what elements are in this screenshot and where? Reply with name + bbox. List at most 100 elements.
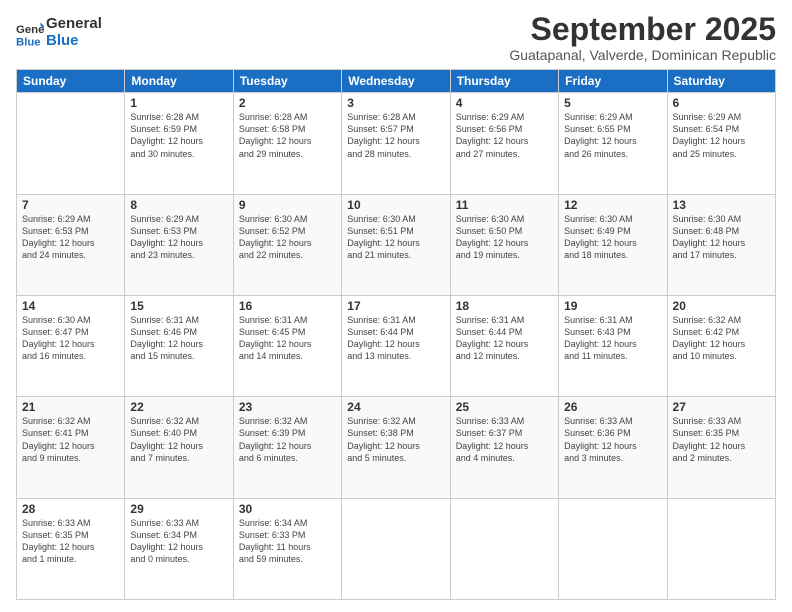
day-number: 24 [347, 400, 444, 414]
day-number: 28 [22, 502, 119, 516]
day-info: Sunrise: 6:30 AM Sunset: 6:51 PM Dayligh… [347, 213, 444, 262]
day-number: 9 [239, 198, 336, 212]
day-number: 20 [673, 299, 770, 313]
svg-text:General: General [16, 24, 44, 36]
day-info: Sunrise: 6:33 AM Sunset: 6:34 PM Dayligh… [130, 517, 227, 566]
day-number: 10 [347, 198, 444, 212]
day-info: Sunrise: 6:30 AM Sunset: 6:49 PM Dayligh… [564, 213, 661, 262]
calendar-cell: 7Sunrise: 6:29 AM Sunset: 6:53 PM Daylig… [17, 194, 125, 295]
page: General Blue General Blue September 2025… [0, 0, 792, 612]
day-number: 22 [130, 400, 227, 414]
calendar-cell: 16Sunrise: 6:31 AM Sunset: 6:45 PM Dayli… [233, 295, 341, 396]
day-number: 19 [564, 299, 661, 313]
calendar-cell: 5Sunrise: 6:29 AM Sunset: 6:55 PM Daylig… [559, 93, 667, 194]
logo-general: General [46, 16, 102, 33]
header: General Blue General Blue September 2025… [16, 12, 776, 63]
day-info: Sunrise: 6:33 AM Sunset: 6:37 PM Dayligh… [456, 415, 553, 464]
day-number: 5 [564, 96, 661, 110]
calendar-week-row: 1Sunrise: 6:28 AM Sunset: 6:59 PM Daylig… [17, 93, 776, 194]
col-header-monday: Monday [125, 70, 233, 93]
day-info: Sunrise: 6:31 AM Sunset: 6:46 PM Dayligh… [130, 314, 227, 363]
calendar-cell: 12Sunrise: 6:30 AM Sunset: 6:49 PM Dayli… [559, 194, 667, 295]
calendar-week-row: 28Sunrise: 6:33 AM Sunset: 6:35 PM Dayli… [17, 498, 776, 599]
calendar-cell: 6Sunrise: 6:29 AM Sunset: 6:54 PM Daylig… [667, 93, 775, 194]
day-info: Sunrise: 6:31 AM Sunset: 6:43 PM Dayligh… [564, 314, 661, 363]
calendar-cell: 22Sunrise: 6:32 AM Sunset: 6:40 PM Dayli… [125, 397, 233, 498]
day-number: 12 [564, 198, 661, 212]
day-info: Sunrise: 6:33 AM Sunset: 6:35 PM Dayligh… [673, 415, 770, 464]
calendar-cell: 25Sunrise: 6:33 AM Sunset: 6:37 PM Dayli… [450, 397, 558, 498]
day-info: Sunrise: 6:30 AM Sunset: 6:52 PM Dayligh… [239, 213, 336, 262]
calendar-cell: 23Sunrise: 6:32 AM Sunset: 6:39 PM Dayli… [233, 397, 341, 498]
day-number: 27 [673, 400, 770, 414]
location-subtitle: Guatapanal, Valverde, Dominican Republic [509, 47, 776, 63]
day-number: 30 [239, 502, 336, 516]
day-info: Sunrise: 6:32 AM Sunset: 6:38 PM Dayligh… [347, 415, 444, 464]
col-header-sunday: Sunday [17, 70, 125, 93]
day-info: Sunrise: 6:30 AM Sunset: 6:47 PM Dayligh… [22, 314, 119, 363]
day-info: Sunrise: 6:30 AM Sunset: 6:50 PM Dayligh… [456, 213, 553, 262]
day-info: Sunrise: 6:31 AM Sunset: 6:44 PM Dayligh… [456, 314, 553, 363]
col-header-saturday: Saturday [667, 70, 775, 93]
col-header-tuesday: Tuesday [233, 70, 341, 93]
day-info: Sunrise: 6:32 AM Sunset: 6:41 PM Dayligh… [22, 415, 119, 464]
month-title: September 2025 [509, 12, 776, 47]
day-info: Sunrise: 6:28 AM Sunset: 6:59 PM Dayligh… [130, 111, 227, 160]
calendar-cell: 9Sunrise: 6:30 AM Sunset: 6:52 PM Daylig… [233, 194, 341, 295]
col-header-thursday: Thursday [450, 70, 558, 93]
col-header-friday: Friday [559, 70, 667, 93]
calendar-cell: 17Sunrise: 6:31 AM Sunset: 6:44 PM Dayli… [342, 295, 450, 396]
calendar-cell [559, 498, 667, 599]
day-number: 17 [347, 299, 444, 313]
day-info: Sunrise: 6:29 AM Sunset: 6:55 PM Dayligh… [564, 111, 661, 160]
day-number: 7 [22, 198, 119, 212]
day-number: 25 [456, 400, 553, 414]
calendar-cell: 27Sunrise: 6:33 AM Sunset: 6:35 PM Dayli… [667, 397, 775, 498]
day-info: Sunrise: 6:31 AM Sunset: 6:45 PM Dayligh… [239, 314, 336, 363]
day-info: Sunrise: 6:32 AM Sunset: 6:40 PM Dayligh… [130, 415, 227, 464]
logo-blue: Blue [46, 33, 102, 50]
day-info: Sunrise: 6:30 AM Sunset: 6:48 PM Dayligh… [673, 213, 770, 262]
logo-icon: General Blue [16, 19, 44, 47]
calendar-cell: 29Sunrise: 6:33 AM Sunset: 6:34 PM Dayli… [125, 498, 233, 599]
calendar-cell [450, 498, 558, 599]
calendar-cell: 3Sunrise: 6:28 AM Sunset: 6:57 PM Daylig… [342, 93, 450, 194]
calendar-cell: 24Sunrise: 6:32 AM Sunset: 6:38 PM Dayli… [342, 397, 450, 498]
calendar-cell: 13Sunrise: 6:30 AM Sunset: 6:48 PM Dayli… [667, 194, 775, 295]
calendar-cell: 11Sunrise: 6:30 AM Sunset: 6:50 PM Dayli… [450, 194, 558, 295]
calendar-cell [342, 498, 450, 599]
day-info: Sunrise: 6:28 AM Sunset: 6:57 PM Dayligh… [347, 111, 444, 160]
day-info: Sunrise: 6:29 AM Sunset: 6:56 PM Dayligh… [456, 111, 553, 160]
day-info: Sunrise: 6:29 AM Sunset: 6:54 PM Dayligh… [673, 111, 770, 160]
calendar-cell [667, 498, 775, 599]
day-number: 26 [564, 400, 661, 414]
calendar-cell: 20Sunrise: 6:32 AM Sunset: 6:42 PM Dayli… [667, 295, 775, 396]
col-header-wednesday: Wednesday [342, 70, 450, 93]
calendar-week-row: 14Sunrise: 6:30 AM Sunset: 6:47 PM Dayli… [17, 295, 776, 396]
day-number: 6 [673, 96, 770, 110]
calendar-cell: 19Sunrise: 6:31 AM Sunset: 6:43 PM Dayli… [559, 295, 667, 396]
calendar-week-row: 7Sunrise: 6:29 AM Sunset: 6:53 PM Daylig… [17, 194, 776, 295]
day-number: 11 [456, 198, 553, 212]
day-number: 13 [673, 198, 770, 212]
day-info: Sunrise: 6:33 AM Sunset: 6:36 PM Dayligh… [564, 415, 661, 464]
day-number: 18 [456, 299, 553, 313]
logo: General Blue General Blue [16, 16, 102, 49]
day-number: 1 [130, 96, 227, 110]
calendar-cell: 14Sunrise: 6:30 AM Sunset: 6:47 PM Dayli… [17, 295, 125, 396]
day-number: 2 [239, 96, 336, 110]
day-info: Sunrise: 6:29 AM Sunset: 6:53 PM Dayligh… [130, 213, 227, 262]
calendar-cell: 21Sunrise: 6:32 AM Sunset: 6:41 PM Dayli… [17, 397, 125, 498]
day-info: Sunrise: 6:29 AM Sunset: 6:53 PM Dayligh… [22, 213, 119, 262]
calendar-cell: 8Sunrise: 6:29 AM Sunset: 6:53 PM Daylig… [125, 194, 233, 295]
day-number: 14 [22, 299, 119, 313]
calendar-header-row: SundayMondayTuesdayWednesdayThursdayFrid… [17, 70, 776, 93]
calendar-cell: 1Sunrise: 6:28 AM Sunset: 6:59 PM Daylig… [125, 93, 233, 194]
calendar-cell: 28Sunrise: 6:33 AM Sunset: 6:35 PM Dayli… [17, 498, 125, 599]
title-section: September 2025 Guatapanal, Valverde, Dom… [509, 12, 776, 63]
day-info: Sunrise: 6:32 AM Sunset: 6:39 PM Dayligh… [239, 415, 336, 464]
day-info: Sunrise: 6:34 AM Sunset: 6:33 PM Dayligh… [239, 517, 336, 566]
day-number: 3 [347, 96, 444, 110]
day-number: 16 [239, 299, 336, 313]
day-number: 23 [239, 400, 336, 414]
